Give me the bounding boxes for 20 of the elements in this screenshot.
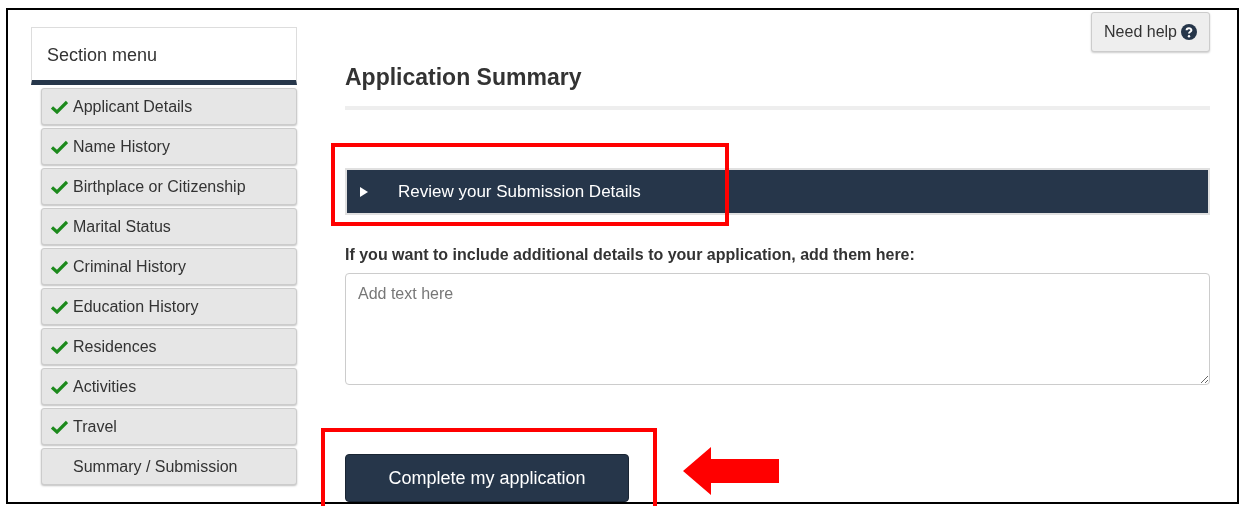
question-icon [1181, 24, 1197, 40]
sidebar-item[interactable]: Residences [41, 328, 297, 365]
sidebar-item[interactable]: Criminal History [41, 248, 297, 285]
arrow-icon [683, 447, 779, 495]
sidebar-item[interactable]: Name History [41, 128, 297, 165]
details-field[interactable]: Add text here [345, 273, 1210, 386]
accordion-header[interactable]: Review your Submission Details [345, 167, 1210, 216]
field-label: If you want to include additional details to your application, add them here: [345, 245, 916, 266]
help-button[interactable]: Need help [1091, 12, 1210, 52]
page-title: Application Summary [345, 64, 1210, 110]
sidebar-item[interactable]: Travel [41, 408, 297, 445]
accordion-title: Review your Submission Details [398, 180, 641, 203]
sidebar-item[interactable]: Education History [41, 288, 297, 325]
sidebar-item[interactable]: Birthplace or Citizenship [41, 168, 297, 205]
caret-right-icon [359, 186, 369, 197]
complete-button[interactable]: Complete my application [345, 454, 629, 502]
sidebar-item[interactable]: Applicant Details [41, 88, 297, 125]
sidebar-item[interactable]: Marital Status [41, 208, 297, 245]
sidebar-item[interactable]: Activities [41, 368, 297, 405]
sidebar-item[interactable]: Summary / Submission [41, 448, 297, 485]
